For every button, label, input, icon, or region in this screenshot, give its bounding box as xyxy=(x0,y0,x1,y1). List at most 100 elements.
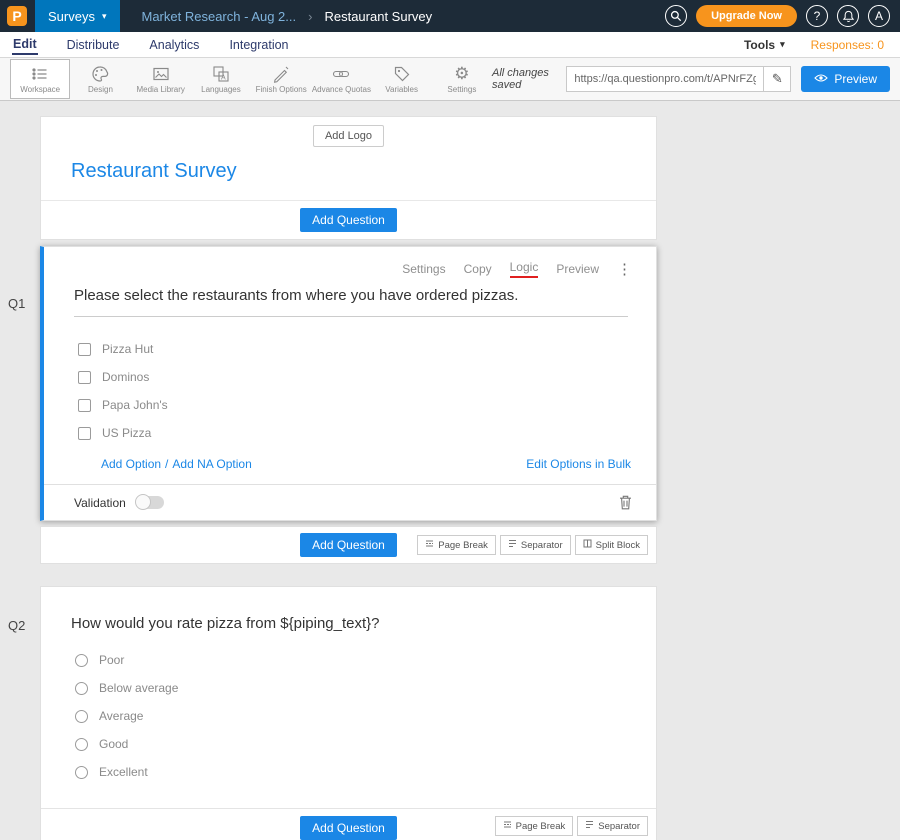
languages-icon: A xyxy=(212,65,230,83)
separator-button[interactable]: Separator xyxy=(577,816,648,836)
chevron-down-icon: ▾ xyxy=(102,12,107,21)
notifications-bell-icon[interactable] xyxy=(837,5,859,27)
option-label[interactable]: Dominos xyxy=(102,370,149,384)
help-icon[interactable]: ? xyxy=(806,5,828,27)
add-question-button-bottom[interactable]: Add Question xyxy=(300,816,397,840)
radio-button[interactable] xyxy=(75,710,88,723)
q1-option-list: Pizza Hut Dominos Papa John's US Pizza xyxy=(44,335,656,447)
delete-question-trash-icon[interactable] xyxy=(619,495,632,510)
tools-menu[interactable]: Tools ▾ xyxy=(744,38,785,52)
add-option-link[interactable]: Add Option xyxy=(101,457,161,471)
option-label[interactable]: US Pizza xyxy=(102,426,151,440)
survey-title[interactable]: Restaurant Survey xyxy=(41,147,656,200)
option-label[interactable]: Poor xyxy=(99,653,124,667)
question-menu: Settings Copy Logic Preview ⋮ xyxy=(44,247,656,278)
q2-option-list: Poor Below average Average Good xyxy=(41,646,656,786)
toolbar-item-workspace[interactable]: Workspace xyxy=(10,59,70,99)
option-label[interactable]: Good xyxy=(99,737,128,751)
tab-edit[interactable]: Edit xyxy=(12,34,38,55)
survey-header-card: Add Logo Restaurant Survey Add Question xyxy=(40,116,657,240)
question-preview-link[interactable]: Preview xyxy=(556,262,599,276)
search-icon[interactable] xyxy=(665,5,687,27)
toolbar-item-advance-quotas[interactable]: Advance Quotas xyxy=(311,59,371,99)
radio-button[interactable] xyxy=(75,682,88,695)
radio-button[interactable] xyxy=(75,766,88,779)
question-text-q1[interactable]: Please select the restaurants from where… xyxy=(74,287,628,304)
checkbox[interactable] xyxy=(78,371,91,384)
editor-toolbar: Workspace Design Media Library A Languag… xyxy=(0,58,900,101)
option-label[interactable]: Pizza Hut xyxy=(102,342,153,356)
variables-tag-icon xyxy=(393,65,411,83)
block-actions-strip-bottom: Add Question Page Break Separator xyxy=(41,808,656,840)
question-copy-link[interactable]: Copy xyxy=(464,262,492,276)
split-block-icon xyxy=(583,539,592,551)
toolbar-item-label: Workspace xyxy=(20,85,60,94)
breadcrumb-separator-icon: › xyxy=(308,9,312,24)
option-row: US Pizza xyxy=(44,419,656,447)
radio-button[interactable] xyxy=(75,738,88,751)
responses-count[interactable]: Responses: 0 xyxy=(811,38,884,52)
surveys-dropdown[interactable]: Surveys ▾ xyxy=(35,0,120,32)
checkbox[interactable] xyxy=(78,427,91,440)
toolbar-item-variables[interactable]: Variables xyxy=(372,59,432,99)
split-block-button[interactable]: Split Block xyxy=(575,535,648,555)
add-question-button-top[interactable]: Add Question xyxy=(300,208,397,232)
upgrade-now-button[interactable]: Upgrade Now xyxy=(696,5,797,27)
separator-icon xyxy=(508,539,517,551)
toolbar-item-design[interactable]: Design xyxy=(70,59,130,99)
chevron-down-icon: ▾ xyxy=(780,40,785,49)
separator-icon xyxy=(585,820,594,832)
gear-icon: ⚙ xyxy=(454,65,469,83)
finish-options-icon xyxy=(272,65,290,83)
breadcrumb-folder[interactable]: Market Research - Aug 2... xyxy=(142,9,297,24)
page-break-label: Page Break xyxy=(516,821,566,832)
add-option-separator: / xyxy=(165,457,168,471)
option-row: Below average xyxy=(41,674,656,702)
add-logo-button[interactable]: Add Logo xyxy=(313,125,384,147)
validation-toggle[interactable] xyxy=(136,496,164,509)
questionpro-logo[interactable]: P xyxy=(7,6,27,26)
tab-integration[interactable]: Integration xyxy=(228,35,289,54)
question-settings-link[interactable]: Settings xyxy=(402,262,445,276)
option-row: Poor xyxy=(41,646,656,674)
add-na-option-link[interactable]: Add NA Option xyxy=(172,457,251,471)
tab-distribute[interactable]: Distribute xyxy=(66,35,121,54)
question-number-q2: Q2 xyxy=(8,618,25,633)
design-palette-icon xyxy=(91,65,109,83)
checkbox[interactable] xyxy=(78,399,91,412)
toolbar-item-finish-options[interactable]: Finish Options xyxy=(251,59,311,99)
checkbox[interactable] xyxy=(78,343,91,356)
preview-button[interactable]: Preview xyxy=(801,66,890,92)
option-label[interactable]: Average xyxy=(99,709,143,723)
top-navbar: P Surveys ▾ Market Research - Aug 2... ›… xyxy=(0,0,900,32)
tools-label: Tools xyxy=(744,38,775,52)
page-break-button[interactable]: Page Break xyxy=(417,535,496,555)
survey-canvas: Add Logo Restaurant Survey Add Question … xyxy=(0,101,900,840)
kebab-menu-icon[interactable]: ⋮ xyxy=(617,260,632,278)
survey-url-input[interactable] xyxy=(566,66,764,92)
edit-options-in-bulk-link[interactable]: Edit Options in Bulk xyxy=(526,457,631,471)
edit-url-pencil-icon[interactable]: ✎ xyxy=(764,66,791,92)
toolbar-item-languages[interactable]: A Languages xyxy=(191,59,251,99)
svg-text:A: A xyxy=(221,74,226,81)
toolbar-item-settings[interactable]: ⚙ Settings xyxy=(432,59,492,99)
option-label[interactable]: Below average xyxy=(99,681,178,695)
option-label[interactable]: Excellent xyxy=(99,765,148,779)
toolbar-item-media-library[interactable]: Media Library xyxy=(131,59,191,99)
page-break-button[interactable]: Page Break xyxy=(495,816,574,836)
option-row: Excellent xyxy=(41,758,656,786)
add-question-button-mid[interactable]: Add Question xyxy=(300,533,397,557)
option-label[interactable]: Papa John's xyxy=(102,398,168,412)
question-card-q2: How would you rate pizza from ${piping_t… xyxy=(40,586,657,840)
question-text-q2[interactable]: How would you rate pizza from ${piping_t… xyxy=(71,615,626,632)
separator-label: Separator xyxy=(521,540,563,551)
question-logic-link[interactable]: Logic xyxy=(510,260,539,278)
separator-button[interactable]: Separator xyxy=(500,535,571,555)
split-block-label: Split Block xyxy=(596,540,640,551)
avatar[interactable]: A xyxy=(868,5,890,27)
option-row: Papa John's xyxy=(44,391,656,419)
toolbar-item-label: Settings xyxy=(447,85,476,94)
separator-label: Separator xyxy=(598,821,640,832)
tab-analytics[interactable]: Analytics xyxy=(148,35,200,54)
radio-button[interactable] xyxy=(75,654,88,667)
